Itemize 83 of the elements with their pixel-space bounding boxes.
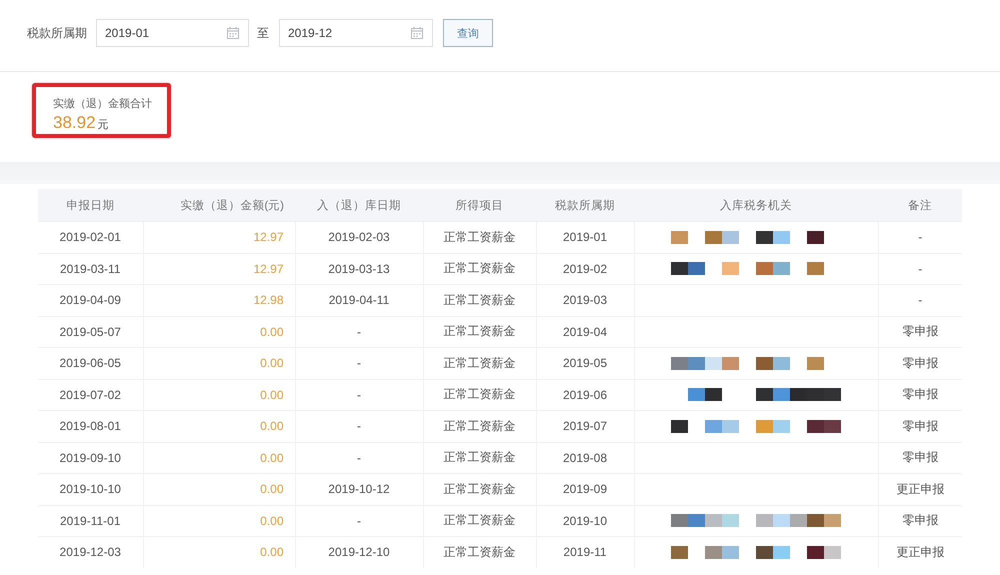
column-header: 入库税务机关 — [634, 189, 878, 222]
end-date-field[interactable]: 2019-12 — [279, 19, 433, 47]
table-cell: 2019-07 — [536, 410, 634, 442]
table-cell: 2019-02 — [536, 253, 634, 284]
table-cell: 零申报 — [878, 379, 962, 410]
table-cell: 正常工资薪金 — [423, 442, 536, 474]
table-cell: 2019-03-11 — [38, 253, 143, 284]
column-header: 申报日期 — [38, 189, 143, 222]
table-cell: 0.00 — [143, 316, 295, 348]
table-cell: - — [295, 316, 423, 348]
table-cell: 2019-11-01 — [38, 505, 143, 536]
table-cell: 2019-12-10 — [295, 536, 423, 568]
total-amount: 38.92 — [53, 113, 96, 132]
column-header: 入（退）库日期 — [295, 189, 423, 222]
table-cell: 2019-04-09 — [38, 284, 143, 316]
table-cell: 正常工资薪金 — [423, 253, 536, 284]
table-cell: - — [295, 348, 423, 379]
table-cell: 2019-11 — [536, 536, 634, 568]
calendar-icon[interactable] — [411, 27, 423, 39]
table-cell: 2019-04-11 — [295, 284, 423, 316]
table-cell: 零申报 — [878, 316, 962, 348]
table-cell: 2019-10-12 — [295, 474, 423, 505]
table-cell: 0.00 — [143, 536, 295, 568]
table-cell: 2019-12-03 — [38, 536, 143, 568]
table-cell: 正常工资薪金 — [423, 348, 536, 379]
table-cell: 0.00 — [143, 379, 295, 410]
table-cell: 正常工资薪金 — [423, 505, 536, 536]
table-cell: 零申报 — [878, 442, 962, 474]
table-cell: 正常工资薪金 — [423, 536, 536, 568]
range-separator: 至 — [257, 24, 269, 42]
table-cell: 0.00 — [143, 410, 295, 442]
table-cell: 2019-10-10 — [38, 474, 143, 505]
table-cell: - — [878, 222, 962, 253]
table-cell: 正常工资薪金 — [423, 284, 536, 316]
table-cell: 2019-03-13 — [295, 253, 423, 284]
table-cell: 2019-09 — [536, 474, 634, 505]
table-cell: - — [878, 284, 962, 316]
table-cell: 0.00 — [143, 442, 295, 474]
query-button[interactable]: 查询 — [443, 19, 493, 47]
table-cell: 2019-03 — [536, 284, 634, 316]
table-cell: 0.00 — [143, 348, 295, 379]
table-cell: 2019-09-10 — [38, 442, 143, 474]
table-cell: - — [295, 379, 423, 410]
total-label: 实缴（退）金额合计 — [53, 98, 153, 111]
table-cell: 2019-05 — [536, 348, 634, 379]
column-header: 备注 — [878, 189, 962, 222]
table-cell: 正常工资薪金 — [423, 410, 536, 442]
table-cell: 0.00 — [143, 505, 295, 536]
table-cell: 正常工资薪金 — [423, 222, 536, 253]
table-cell: - — [295, 442, 423, 474]
table-cell: 2019-08-01 — [38, 410, 143, 442]
table-cell: 正常工资薪金 — [423, 316, 536, 348]
table-cell: - — [295, 505, 423, 536]
table-cell: 零申报 — [878, 505, 962, 536]
table-cell: 2019-08 — [536, 442, 634, 474]
table-cell: - — [295, 410, 423, 442]
table-cell: 2019-04 — [536, 316, 634, 348]
table-cell: 2019-10 — [536, 505, 634, 536]
table-cell: 2019-02-01 — [38, 222, 143, 253]
table-cell: 2019-05-07 — [38, 316, 143, 348]
start-date-field[interactable]: 2019-01 — [96, 19, 249, 47]
table-cell: 0.00 — [143, 474, 295, 505]
table-cell: 2019-06-05 — [38, 348, 143, 379]
column-header: 所得项目 — [423, 189, 536, 222]
table-cell: 正常工资薪金 — [423, 379, 536, 410]
table-cell: 12.98 — [143, 284, 295, 316]
table-cell: 零申报 — [878, 348, 962, 379]
table-cell: 12.97 — [143, 222, 295, 253]
table-cell: 2019-06 — [536, 379, 634, 410]
table-cell: 正常工资薪金 — [423, 474, 536, 505]
calendar-icon[interactable] — [227, 27, 239, 39]
table-cell: 2019-01 — [536, 222, 634, 253]
table-cell: 零申报 — [878, 410, 962, 442]
table-cell: 更正申报 — [878, 474, 962, 505]
period-label: 税款所属期 — [27, 24, 87, 42]
column-header: 实缴（退）金额(元) — [143, 189, 295, 222]
table-cell: 更正申报 — [878, 536, 962, 568]
table-cell: 2019-07-02 — [38, 379, 143, 410]
currency-unit: 元 — [98, 118, 109, 132]
table-cell: - — [878, 253, 962, 284]
table-cell: 12.97 — [143, 253, 295, 284]
table-cell: 2019-02-03 — [295, 222, 423, 253]
column-header: 税款所属期 — [536, 189, 634, 222]
